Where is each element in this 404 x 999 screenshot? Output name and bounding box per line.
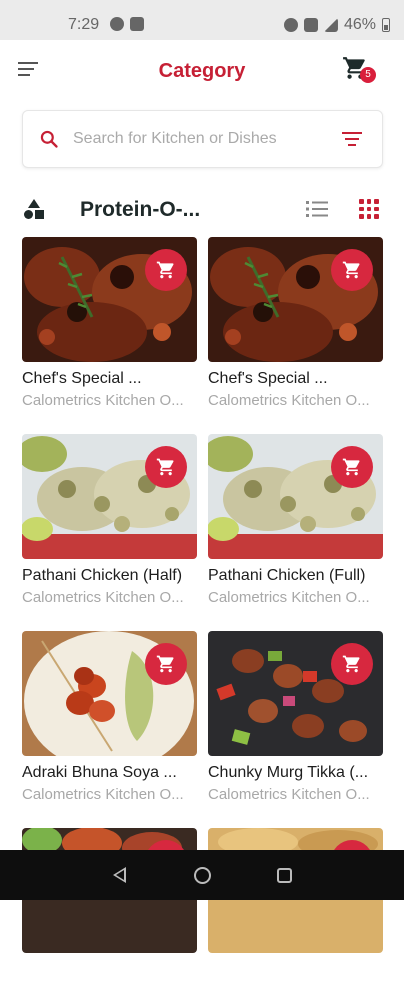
product-card[interactable]: Adraki Bhuna Soya ... Calometrics Kitche… xyxy=(22,631,197,803)
filter-icon[interactable] xyxy=(342,132,362,148)
kitchen-name: Calometrics Kitchen O... xyxy=(22,589,184,606)
cart-icon xyxy=(156,261,174,279)
signal-icon xyxy=(323,18,338,32)
cart-button[interactable]: 5 xyxy=(342,55,376,87)
notification-icons xyxy=(110,17,144,31)
product-name[interactable]: Chunky Murg Tikka (... xyxy=(208,764,383,782)
add-to-cart-button[interactable] xyxy=(145,643,187,685)
category-shapes-icon xyxy=(24,199,44,219)
product-image[interactable] xyxy=(208,237,383,362)
category-title: Protein-O-... xyxy=(80,198,201,221)
product-name[interactable]: Chef's Special ... xyxy=(22,370,197,388)
product-card[interactable]: Chef's Special ... Calometrics Kitchen O… xyxy=(22,237,197,409)
list-view-icon[interactable] xyxy=(306,200,328,218)
product-image[interactable] xyxy=(22,434,197,559)
product-name[interactable]: Chef's Special ... xyxy=(208,370,383,388)
product-name[interactable]: Adraki Bhuna Soya ... xyxy=(22,764,197,782)
kitchen-name: Calometrics Kitchen O... xyxy=(22,392,184,409)
app-bar: Category 5 xyxy=(0,40,404,102)
cart-icon xyxy=(156,458,174,476)
add-to-cart-button[interactable] xyxy=(145,446,187,488)
system-nav-bar xyxy=(0,850,404,900)
product-image[interactable] xyxy=(208,631,383,756)
gallery-icon xyxy=(130,17,144,31)
battery-icon xyxy=(382,18,390,32)
cart-icon xyxy=(342,458,360,476)
system-icons: 46% xyxy=(283,16,390,34)
kitchen-name: Calometrics Kitchen O... xyxy=(208,786,370,803)
back-icon[interactable] xyxy=(113,867,126,883)
category-header: Protein-O-... xyxy=(0,190,404,230)
kitchen-name: Calometrics Kitchen O... xyxy=(208,392,370,409)
add-to-cart-button[interactable] xyxy=(145,249,187,291)
home-icon[interactable] xyxy=(194,867,211,884)
cart-icon xyxy=(342,261,360,279)
add-to-cart-button[interactable] xyxy=(331,446,373,488)
product-card[interactable]: Pathani Chicken (Half) Calometrics Kitch… xyxy=(22,434,197,606)
product-image[interactable] xyxy=(22,631,197,756)
add-to-cart-button[interactable] xyxy=(331,249,373,291)
product-image[interactable] xyxy=(22,237,197,362)
product-image[interactable] xyxy=(208,434,383,559)
product-name[interactable]: Pathani Chicken (Half) xyxy=(22,567,197,585)
search-bar xyxy=(22,110,383,168)
recent-apps-icon[interactable] xyxy=(277,868,292,883)
status-time: 7:29 xyxy=(68,16,100,33)
cart-icon xyxy=(156,655,174,673)
alarm-icon xyxy=(283,18,298,32)
product-card[interactable]: Chef's Special ... Calometrics Kitchen O… xyxy=(208,237,383,409)
cart-icon xyxy=(342,655,360,673)
search-icon[interactable] xyxy=(39,129,59,149)
whatsapp-icon xyxy=(110,17,124,31)
grid-view-icon[interactable] xyxy=(359,199,379,219)
add-to-cart-button[interactable] xyxy=(331,643,373,685)
kitchen-name: Calometrics Kitchen O... xyxy=(208,589,370,606)
product-name[interactable]: Pathani Chicken (Full) xyxy=(208,567,383,585)
product-card[interactable]: Chunky Murg Tikka (... Calometrics Kitch… xyxy=(208,631,383,803)
nfc-icon xyxy=(303,18,318,32)
status-bar: 7:29 46% xyxy=(0,0,404,40)
product-card[interactable]: Pathani Chicken (Full) Calometrics Kitch… xyxy=(208,434,383,606)
battery-percent: 46% xyxy=(343,16,376,33)
search-input[interactable] xyxy=(73,123,323,155)
cart-count-badge: 5 xyxy=(360,67,376,83)
kitchen-name: Calometrics Kitchen O... xyxy=(22,786,184,803)
